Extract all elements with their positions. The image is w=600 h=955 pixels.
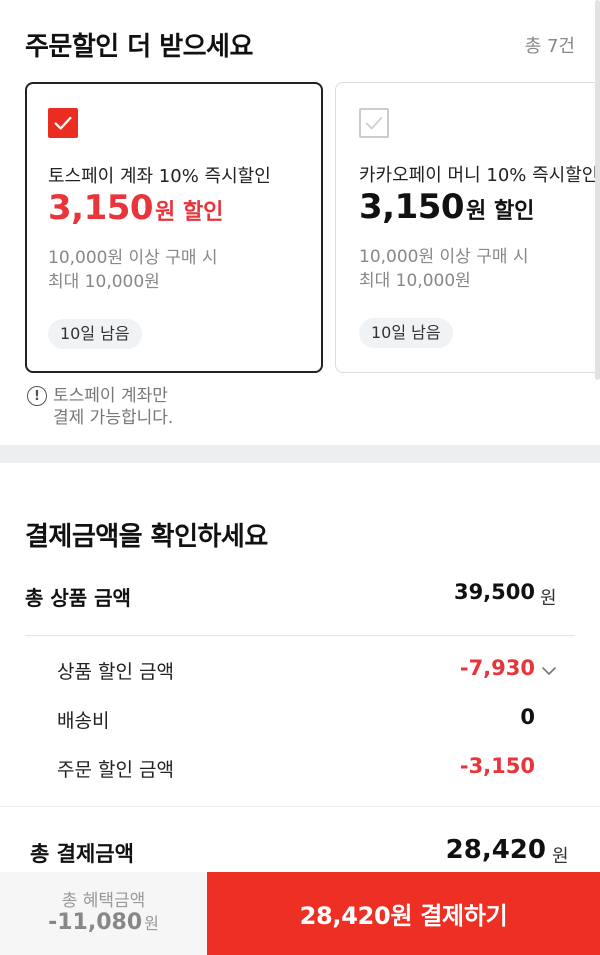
product-discount-label: 상품 할인 금액 bbox=[57, 661, 174, 683]
check-icon bbox=[54, 116, 72, 130]
coupon-condition: 10,000원 이상 구매 시 최대 10,000원 bbox=[48, 246, 218, 294]
coupon-card-kakaopay[interactable]: 카카오페이 머니 10% 즉시할인 3,150원 할인 10,000원 이상 구… bbox=[335, 82, 600, 373]
coupon-section-title: 주문할인 더 받으세요 bbox=[25, 32, 253, 62]
coupon-condition-max: 최대 10,000원 bbox=[359, 271, 471, 291]
section-divider bbox=[0, 445, 600, 463]
coupon-condition-min: 10,000원 이상 구매 시 bbox=[359, 247, 529, 267]
coupon-name: 카카오페이 머니 10% 즉시할인 bbox=[359, 165, 599, 186]
coupon-amount-unit: 원 할인 bbox=[155, 200, 224, 225]
coupon-condition: 10,000원 이상 구매 시 최대 10,000원 bbox=[359, 245, 529, 293]
coupon-card-tosspay[interactable]: 토스페이 계좌 10% 즉시할인 3,150원 할인 10,000원 이상 구매… bbox=[25, 82, 323, 373]
coupon-amount-unit: 원 할인 bbox=[466, 199, 535, 224]
scrollbar[interactable] bbox=[595, 0, 600, 380]
chevron-down-icon[interactable] bbox=[540, 662, 558, 680]
total-benefit-label: 총 혜택금액 bbox=[61, 891, 146, 911]
coupon-days-left-badge: 10일 남음 bbox=[48, 319, 142, 349]
checkbox-checked-icon[interactable] bbox=[48, 108, 78, 138]
divider bbox=[0, 806, 600, 807]
notice-line-1: 토스페이 계좌만 bbox=[53, 386, 168, 406]
payment-section-title: 결제금액을 확인하세요 bbox=[25, 522, 268, 552]
total-product-value: 39,500 bbox=[453, 580, 535, 604]
coupon-section: 주문할인 더 받으세요 총 7건 토스페이 계좌 10% 즉시할인 3,150원… bbox=[0, 0, 600, 445]
order-discount-value: -3,150 bbox=[459, 754, 535, 778]
final-amount-value: 28,420 bbox=[445, 835, 546, 865]
coupon-amount: 3,150원 할인 bbox=[48, 188, 223, 228]
pay-button[interactable]: 28,420원 결제하기 bbox=[207, 872, 600, 955]
total-product-label: 총 상품 금액 bbox=[25, 586, 131, 610]
shipping-label: 배송비 bbox=[57, 710, 110, 732]
coupon-condition-max: 최대 10,000원 bbox=[48, 272, 160, 292]
coupon-amount-value: 3,150 bbox=[359, 187, 465, 227]
order-discount-label: 주문 할인 금액 bbox=[57, 759, 174, 781]
coupon-count: 총 7건 bbox=[524, 36, 575, 57]
divider bbox=[25, 635, 575, 636]
shipping-value: 0 bbox=[520, 705, 535, 729]
total-benefit-panel: 총 혜택금액 -11,080 원 bbox=[0, 872, 207, 955]
total-benefit-unit: 원 bbox=[144, 914, 159, 933]
notice-line-2: 결제 가능합니다. bbox=[53, 408, 174, 428]
total-benefit-number: -11,080 bbox=[48, 910, 143, 935]
checkbox-unchecked-icon[interactable] bbox=[359, 108, 389, 138]
coupon-condition-min: 10,000원 이상 구매 시 bbox=[48, 248, 218, 268]
coupon-name: 토스페이 계좌 10% 즉시할인 bbox=[48, 166, 271, 187]
final-amount-unit: 원 bbox=[552, 846, 569, 867]
check-icon bbox=[365, 117, 383, 130]
coupon-amount-value: 3,150 bbox=[48, 188, 154, 228]
coupon-days-left-badge: 10일 남음 bbox=[359, 318, 453, 348]
coupon-notice: ! 토스페이 계좌만 결제 가능합니다. bbox=[27, 385, 173, 429]
total-product-unit: 원 bbox=[540, 588, 557, 609]
coupon-amount: 3,150원 할인 bbox=[359, 187, 534, 227]
info-icon: ! bbox=[27, 386, 47, 406]
total-benefit-value: -11,080 원 bbox=[0, 910, 207, 935]
product-discount-value: -7,930 bbox=[459, 656, 535, 680]
notice-text: 토스페이 계좌만 결제 가능합니다. bbox=[53, 385, 173, 429]
final-amount-label: 총 결제금액 bbox=[30, 842, 134, 866]
